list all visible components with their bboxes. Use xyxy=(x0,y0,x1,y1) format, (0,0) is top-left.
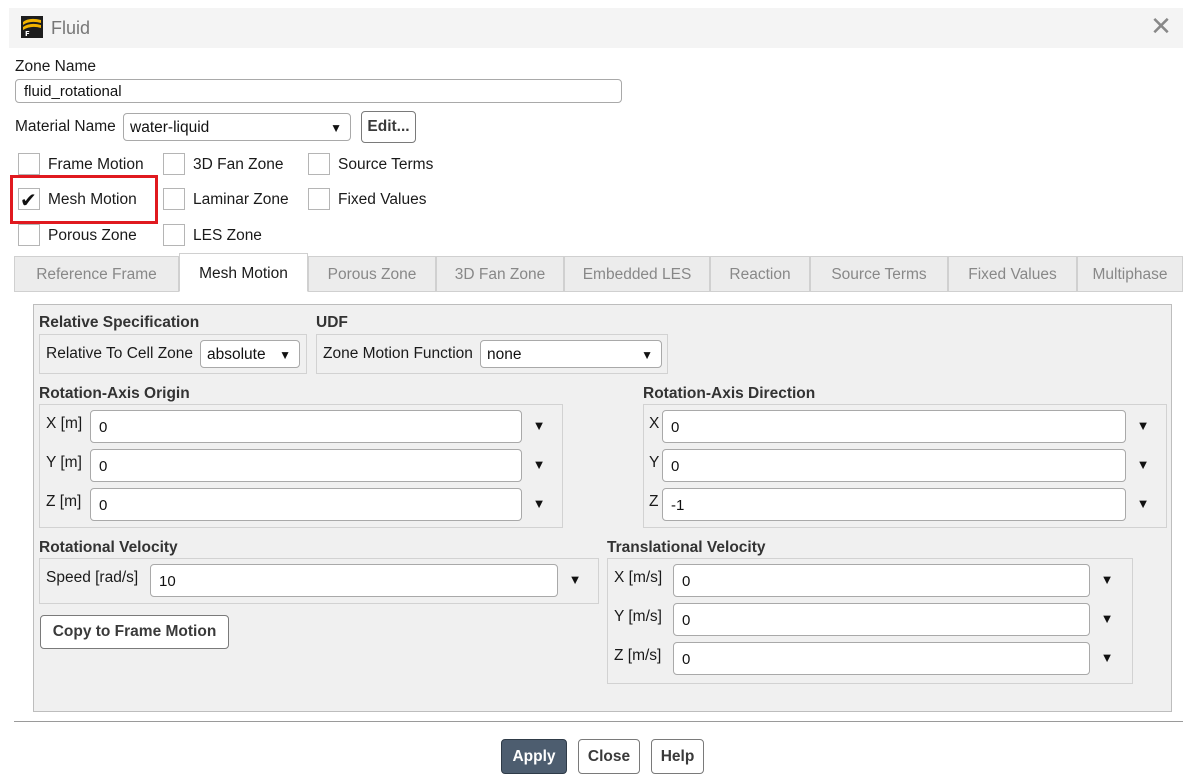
tab-reference-frame[interactable]: Reference Frame xyxy=(14,256,179,292)
3d-fan-zone-checkbox[interactable] xyxy=(163,153,185,175)
chevron-down-icon[interactable]: ▼ xyxy=(1134,496,1152,511)
svg-text:F: F xyxy=(25,30,30,38)
frame-motion-label: Frame Motion xyxy=(48,156,144,173)
translational-velocity-title: Translational Velocity xyxy=(607,539,766,556)
mesh-motion-label: Mesh Motion xyxy=(48,191,137,208)
origin-y-input[interactable]: 0 xyxy=(90,449,522,482)
zone-name-label: Zone Name xyxy=(15,58,96,75)
zone-motion-function-value: none xyxy=(487,346,522,363)
direction-x-input[interactable]: 0 xyxy=(662,410,1126,443)
chevron-down-icon[interactable]: ▼ xyxy=(566,572,584,587)
tab-3d-fan-zone[interactable]: 3D Fan Zone xyxy=(436,256,564,292)
origin-x-label: X [m] xyxy=(46,415,83,432)
chevron-down-icon[interactable]: ▼ xyxy=(530,418,548,433)
tab-fixed-values[interactable]: Fixed Values xyxy=(948,256,1077,292)
edit-material-button[interactable]: Edit... xyxy=(361,111,416,143)
tab-mesh-motion[interactable]: Mesh Motion xyxy=(179,253,308,292)
zone-name-input[interactable]: fluid_rotational xyxy=(15,79,622,103)
chevron-down-icon: ▼ xyxy=(279,348,291,362)
tab-source-terms[interactable]: Source Terms xyxy=(810,256,948,292)
direction-z-label: Z xyxy=(649,493,659,510)
zone-motion-function-label: Zone Motion Function xyxy=(323,345,473,362)
frame-motion-checkbox[interactable] xyxy=(18,153,40,175)
trans-z-label: Z [m/s] xyxy=(614,647,662,664)
chevron-down-icon[interactable]: ▼ xyxy=(530,457,548,472)
rotational-velocity-title: Rotational Velocity xyxy=(39,539,178,556)
relative-cell-zone-label: Relative To Cell Zone xyxy=(46,345,194,362)
udf-title: UDF xyxy=(316,314,348,331)
source-terms-checkbox[interactable] xyxy=(308,153,330,175)
material-name-select[interactable]: water-liquid ▼ xyxy=(123,113,351,141)
chevron-down-icon: ▼ xyxy=(641,348,653,362)
laminar-zone-checkbox[interactable] xyxy=(163,188,185,210)
trans-y-input[interactable]: 0 xyxy=(673,603,1090,636)
title-bar: F Fluid ✕ xyxy=(9,8,1183,48)
relative-cell-zone-select[interactable]: absolute ▼ xyxy=(200,340,300,368)
porous-zone-label: Porous Zone xyxy=(48,227,137,244)
copy-to-frame-motion-button[interactable]: Copy to Frame Motion xyxy=(40,615,229,649)
tab-multiphase[interactable]: Multiphase xyxy=(1077,256,1183,292)
close-icon[interactable]: ✕ xyxy=(1147,12,1175,40)
mesh-motion-checkbox[interactable]: ✔ xyxy=(18,188,40,212)
tab-porous-zone[interactable]: Porous Zone xyxy=(308,256,436,292)
3d-fan-zone-label: 3D Fan Zone xyxy=(193,156,284,173)
les-zone-label: LES Zone xyxy=(193,227,262,244)
tab-bar: Reference Frame Mesh Motion Porous Zone … xyxy=(14,253,1183,292)
origin-y-label: Y [m] xyxy=(46,454,82,471)
direction-y-label: Y xyxy=(649,454,660,471)
speed-input[interactable]: 10 xyxy=(150,564,558,597)
help-button[interactable]: Help xyxy=(651,739,704,774)
chevron-down-icon[interactable]: ▼ xyxy=(530,496,548,511)
axis-direction-title: Rotation-Axis Direction xyxy=(643,385,816,402)
tab-reaction[interactable]: Reaction xyxy=(710,256,810,292)
direction-z-input[interactable]: -1 xyxy=(662,488,1126,521)
trans-y-label: Y [m/s] xyxy=(614,608,662,625)
chevron-down-icon[interactable]: ▼ xyxy=(1134,418,1152,433)
porous-zone-checkbox[interactable] xyxy=(18,224,40,246)
laminar-zone-label: Laminar Zone xyxy=(193,191,289,208)
fixed-values-checkbox[interactable] xyxy=(308,188,330,210)
origin-z-input[interactable]: 0 xyxy=(90,488,522,521)
chevron-down-icon[interactable]: ▼ xyxy=(1134,457,1152,472)
fluent-app-icon: F xyxy=(21,16,43,38)
material-name-value: water-liquid xyxy=(130,119,210,136)
origin-z-label: Z [m] xyxy=(46,493,82,510)
trans-z-input[interactable]: 0 xyxy=(673,642,1090,675)
les-zone-checkbox[interactable] xyxy=(163,224,185,246)
zone-motion-function-select[interactable]: none ▼ xyxy=(480,340,662,368)
trans-x-label: X [m/s] xyxy=(614,569,663,586)
chevron-down-icon[interactable]: ▼ xyxy=(1098,611,1116,626)
close-button[interactable]: Close xyxy=(578,739,640,774)
direction-x-label: X xyxy=(649,415,660,432)
trans-x-input[interactable]: 0 xyxy=(673,564,1090,597)
chevron-down-icon: ▼ xyxy=(330,121,342,135)
material-name-label: Material Name xyxy=(15,118,116,135)
window-title: Fluid xyxy=(51,18,91,38)
origin-x-input[interactable]: 0 xyxy=(90,410,522,443)
relative-cell-zone-value: absolute xyxy=(207,346,266,363)
chevron-down-icon[interactable]: ▼ xyxy=(1098,650,1116,665)
relative-spec-title: Relative Specification xyxy=(39,314,200,331)
fixed-values-label: Fixed Values xyxy=(338,191,427,208)
checkmark-icon: ✔ xyxy=(20,190,37,212)
apply-button[interactable]: Apply xyxy=(501,739,567,774)
source-terms-label: Source Terms xyxy=(338,156,434,173)
direction-y-input[interactable]: 0 xyxy=(662,449,1126,482)
chevron-down-icon[interactable]: ▼ xyxy=(1098,572,1116,587)
speed-label: Speed [rad/s] xyxy=(46,569,139,586)
tab-embedded-les[interactable]: Embedded LES xyxy=(564,256,710,292)
axis-origin-title: Rotation-Axis Origin xyxy=(39,385,190,402)
